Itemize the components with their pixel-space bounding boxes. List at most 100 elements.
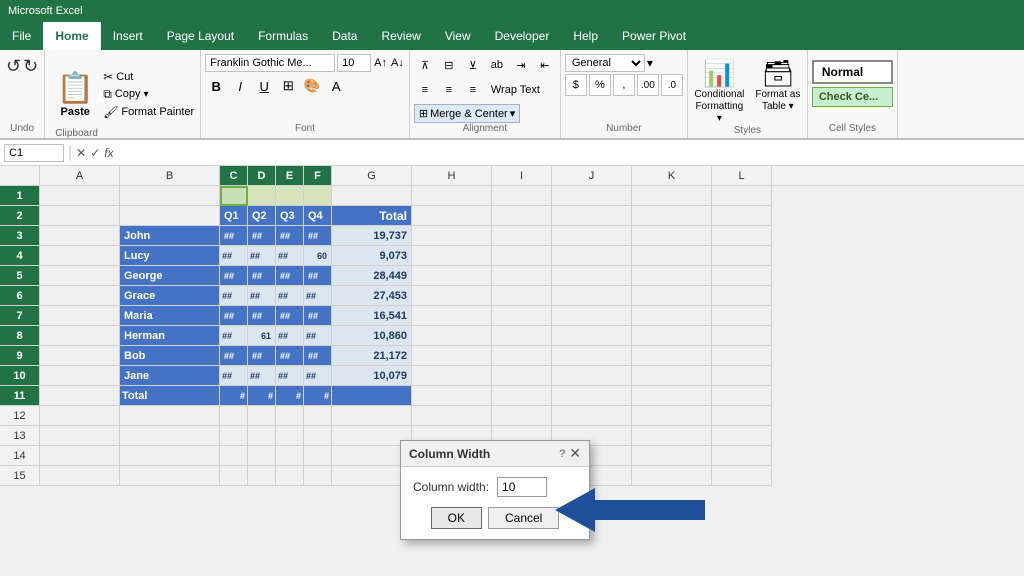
cell-k15[interactable] [632, 466, 712, 486]
cell-e15[interactable] [276, 466, 304, 486]
tab-view[interactable]: View [433, 22, 483, 50]
cell-d8[interactable]: 61 [248, 326, 276, 346]
cell-b2[interactable] [120, 206, 220, 226]
increase-indent-button[interactable]: ⇥ [510, 54, 532, 76]
cell-c6[interactable]: ## [220, 286, 248, 306]
cell-l12[interactable] [712, 406, 772, 426]
percent-button[interactable]: % [589, 74, 611, 96]
column-width-dialog[interactable]: Column Width ? ✕ Column width: OK Cancel [400, 440, 590, 540]
cell-k9[interactable] [632, 346, 712, 366]
underline-button[interactable]: U [253, 75, 275, 97]
cell-j11[interactable] [552, 386, 632, 406]
cell-j9[interactable] [552, 346, 632, 366]
cell-g1[interactable] [332, 186, 412, 206]
cell-a5[interactable] [40, 266, 120, 286]
cell-j1[interactable] [552, 186, 632, 206]
cell-g7[interactable]: 16,541 [332, 306, 412, 326]
cell-g12[interactable] [332, 406, 412, 426]
cell-a14[interactable] [40, 446, 120, 466]
cell-b13[interactable] [120, 426, 220, 446]
cell-e4[interactable]: ## [276, 246, 304, 266]
col-header-i[interactable]: I [492, 166, 552, 185]
cell-g8[interactable]: 10,860 [332, 326, 412, 346]
cell-h5[interactable] [412, 266, 492, 286]
cell-j6[interactable] [552, 286, 632, 306]
cell-i11[interactable] [492, 386, 552, 406]
cell-b11[interactable]: Total [120, 386, 220, 406]
cell-f13[interactable] [304, 426, 332, 446]
cell-i8[interactable] [492, 326, 552, 346]
tab-power-pivot[interactable]: Power Pivot [610, 22, 698, 50]
cell-i10[interactable] [492, 366, 552, 386]
cell-h12[interactable] [412, 406, 492, 426]
col-header-a[interactable]: A [40, 166, 120, 185]
cell-a7[interactable] [40, 306, 120, 326]
cell-c14[interactable] [220, 446, 248, 466]
row-header-15[interactable]: 15 [0, 466, 40, 486]
comma-button[interactable]: , [613, 74, 635, 96]
cell-b6[interactable]: Grace [120, 286, 220, 306]
cell-f12[interactable] [304, 406, 332, 426]
cell-e12[interactable] [276, 406, 304, 426]
decrease-font-button[interactable]: A↓ [390, 54, 405, 72]
cell-d13[interactable] [248, 426, 276, 446]
cell-l14[interactable] [712, 446, 772, 466]
cell-k13[interactable] [632, 426, 712, 446]
cell-c3[interactable]: ## [220, 226, 248, 246]
cell-b12[interactable] [120, 406, 220, 426]
text-direction-button[interactable]: ab [486, 54, 508, 76]
cell-g3[interactable]: 19,737 [332, 226, 412, 246]
cell-d12[interactable] [248, 406, 276, 426]
cell-g2[interactable]: Total [332, 206, 412, 226]
cell-k10[interactable] [632, 366, 712, 386]
decrease-decimal-button[interactable]: .0 [661, 74, 683, 96]
cell-c10[interactable]: ## [220, 366, 248, 386]
cell-f5[interactable]: ## [304, 266, 332, 286]
cell-c12[interactable] [220, 406, 248, 426]
cell-e13[interactable] [276, 426, 304, 446]
cell-c11[interactable]: # [220, 386, 248, 406]
cell-b14[interactable] [120, 446, 220, 466]
tab-insert[interactable]: Insert [101, 22, 155, 50]
cell-j2[interactable] [552, 206, 632, 226]
row-header-8[interactable]: 8 [0, 326, 40, 346]
cell-b1[interactable] [120, 186, 220, 206]
row-header-6[interactable]: 6 [0, 286, 40, 306]
cell-i3[interactable] [492, 226, 552, 246]
cell-e8[interactable]: ## [276, 326, 304, 346]
cell-b4[interactable]: Lucy [120, 246, 220, 266]
cell-k8[interactable] [632, 326, 712, 346]
cell-d7[interactable]: ## [248, 306, 276, 326]
cell-d3[interactable]: ## [248, 226, 276, 246]
tab-home[interactable]: Home [43, 22, 100, 50]
row-header-9[interactable]: 9 [0, 346, 40, 366]
cell-j7[interactable] [552, 306, 632, 326]
align-center-button[interactable]: ≡ [438, 79, 460, 101]
cell-h7[interactable] [412, 306, 492, 326]
cell-a12[interactable] [40, 406, 120, 426]
insert-function-icon[interactable]: fx [104, 146, 113, 160]
paste-button[interactable]: 📋 Paste [51, 54, 99, 134]
cell-e9[interactable]: ## [276, 346, 304, 366]
cell-f8[interactable]: ## [304, 326, 332, 346]
cell-k14[interactable] [632, 446, 712, 466]
col-header-l[interactable]: L [712, 166, 772, 185]
cell-c2[interactable]: Q1 [220, 206, 248, 226]
cell-i6[interactable] [492, 286, 552, 306]
cell-i7[interactable] [492, 306, 552, 326]
border-button[interactable]: ⊞ [277, 75, 299, 97]
cell-g11[interactable] [332, 386, 412, 406]
cell-l1[interactable] [712, 186, 772, 206]
cell-g5[interactable]: 28,449 [332, 266, 412, 286]
row-header-13[interactable]: 13 [0, 426, 40, 446]
row-header-7[interactable]: 7 [0, 306, 40, 326]
tab-formulas[interactable]: Formulas [246, 22, 320, 50]
cell-d1[interactable] [248, 186, 276, 206]
cell-c5[interactable]: ## [220, 266, 248, 286]
dialog-ok-button[interactable]: OK [431, 507, 482, 529]
cell-k3[interactable] [632, 226, 712, 246]
cell-e14[interactable] [276, 446, 304, 466]
col-header-h[interactable]: H [412, 166, 492, 185]
align-bottom-button[interactable]: ⊻ [462, 54, 484, 76]
cell-e5[interactable]: ## [276, 266, 304, 286]
